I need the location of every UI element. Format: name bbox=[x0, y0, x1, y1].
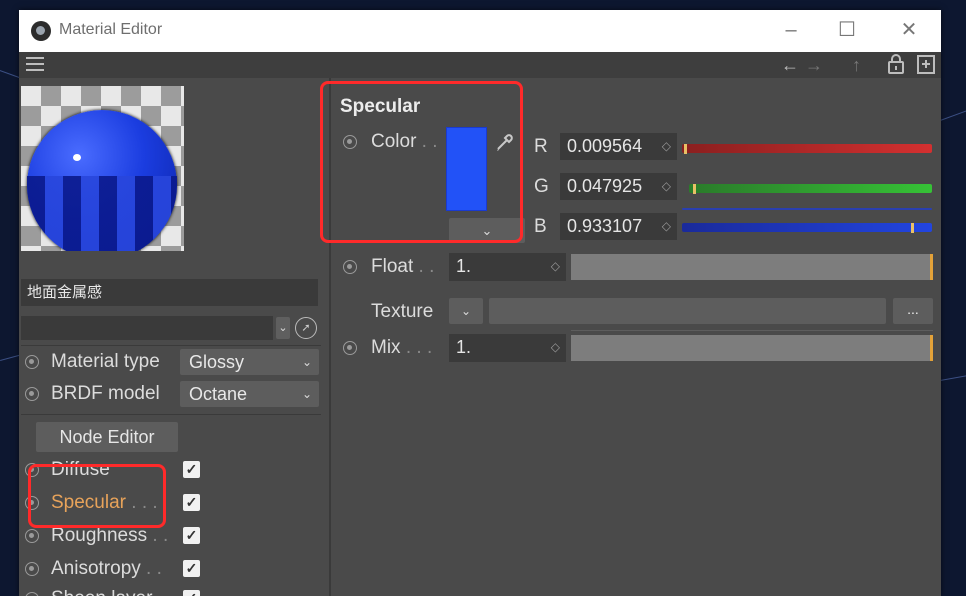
anisotropy-checkbox[interactable]: ✓ bbox=[183, 560, 200, 577]
mix-label: Mix . . . bbox=[371, 337, 433, 358]
anisotropy-radio-icon[interactable] bbox=[25, 562, 39, 576]
diffuse-checkbox[interactable]: ✓ bbox=[183, 461, 200, 478]
node-editor-button[interactable]: Node Editor bbox=[36, 422, 178, 452]
title-bar: Material Editor – ☐ ✕ bbox=[19, 10, 941, 52]
chevron-down-icon: ⌄ bbox=[301, 355, 312, 369]
red-slider-knob[interactable] bbox=[684, 144, 687, 154]
roughness-radio-icon[interactable] bbox=[25, 529, 39, 543]
green-slider-knob[interactable] bbox=[693, 184, 696, 194]
window-title: Material Editor bbox=[59, 21, 163, 38]
separator bbox=[21, 414, 321, 415]
chevron-down-icon: ⌄ bbox=[301, 387, 312, 401]
mix-value-field[interactable]: 1. ◇ bbox=[449, 334, 566, 362]
texture-type-dropdown[interactable]: ⌄ bbox=[449, 298, 483, 324]
mix-slider[interactable] bbox=[571, 335, 933, 361]
layer-field[interactable] bbox=[21, 316, 273, 340]
navigate-icon[interactable]: ➚ bbox=[295, 317, 317, 339]
mix-value: 1. bbox=[456, 337, 472, 357]
preview-sphere-reflection bbox=[27, 176, 177, 251]
hamburger-icon[interactable] bbox=[26, 57, 44, 71]
blue-channel-label: B bbox=[534, 216, 547, 237]
toolbar: ← → ↑ bbox=[19, 52, 941, 78]
separator bbox=[571, 330, 933, 331]
sheen-layer-checkbox[interactable]: ✓ bbox=[183, 590, 200, 596]
brdf-model-select[interactable]: Octane ⌄ bbox=[180, 381, 319, 407]
up-arrow-icon[interactable]: ↑ bbox=[852, 54, 861, 76]
spinner-icon[interactable]: ◇ bbox=[662, 213, 671, 240]
float-label: Float . . bbox=[371, 256, 435, 277]
texture-browse-button[interactable]: ... bbox=[893, 298, 933, 324]
cinema4d-logo-icon bbox=[31, 21, 51, 41]
background-line bbox=[940, 374, 966, 381]
float-value: 1. bbox=[456, 256, 472, 276]
green-value-field[interactable]: 0.047925 ◇ bbox=[560, 173, 677, 200]
float-value-field[interactable]: 1. ◇ bbox=[449, 253, 566, 281]
channel-anisotropy-label[interactable]: Anisotropy . . bbox=[51, 557, 162, 581]
float-slider[interactable] bbox=[571, 254, 933, 280]
roughness-checkbox[interactable]: ✓ bbox=[183, 527, 200, 544]
blue-value: 0.933107 bbox=[567, 216, 643, 236]
separator bbox=[21, 345, 321, 346]
spinner-icon[interactable]: ◇ bbox=[662, 133, 671, 160]
minimize-button[interactable]: – bbox=[771, 16, 811, 44]
material-type-radio-icon[interactable] bbox=[25, 355, 39, 369]
spinner-icon[interactable]: ◇ bbox=[551, 253, 560, 280]
blue-slider-knob[interactable] bbox=[911, 223, 914, 233]
material-preview[interactable] bbox=[21, 86, 184, 251]
brdf-model-label: BRDF model bbox=[51, 383, 160, 404]
float-radio-icon[interactable] bbox=[343, 260, 357, 274]
brdf-model-value: Octane bbox=[189, 384, 248, 404]
sheen-layer-radio-icon[interactable] bbox=[25, 592, 39, 596]
material-type-label: Material type bbox=[51, 351, 160, 372]
preview-highlight bbox=[73, 154, 81, 161]
texture-field[interactable] bbox=[489, 298, 886, 324]
forward-arrow-icon[interactable]: → bbox=[805, 54, 823, 76]
blue-slider[interactable] bbox=[682, 223, 932, 232]
red-value-field[interactable]: 0.009564 ◇ bbox=[560, 133, 677, 160]
spinner-icon[interactable]: ◇ bbox=[662, 173, 671, 200]
annotation-highlight-box bbox=[320, 81, 523, 243]
close-button[interactable]: ✕ bbox=[889, 16, 929, 44]
specular-checkbox[interactable]: ✓ bbox=[183, 494, 200, 511]
layer-dropdown[interactable]: ⌄ bbox=[276, 317, 290, 339]
material-type-value: Glossy bbox=[189, 352, 245, 372]
channel-sheen-layer-label[interactable]: Sheen layer bbox=[51, 587, 152, 596]
blue-slider-track bbox=[682, 208, 932, 210]
brdf-model-radio-icon[interactable] bbox=[25, 387, 39, 401]
background-line bbox=[940, 109, 966, 121]
back-arrow-icon[interactable]: ← bbox=[781, 54, 799, 76]
spinner-icon[interactable]: ◇ bbox=[551, 334, 560, 361]
green-slider[interactable] bbox=[689, 184, 932, 193]
blue-value-field[interactable]: 0.933107 ◇ bbox=[560, 213, 677, 240]
new-window-icon[interactable] bbox=[917, 54, 935, 79]
green-value: 0.047925 bbox=[567, 176, 643, 196]
red-slider[interactable] bbox=[682, 144, 932, 153]
red-channel-label: R bbox=[534, 136, 548, 157]
mix-radio-icon[interactable] bbox=[343, 341, 357, 355]
texture-label: Texture bbox=[371, 301, 434, 322]
material-editor-window: Material Editor – ☐ ✕ ← → ↑ 地面金属感 ⌄ ➚ Ma… bbox=[19, 10, 941, 596]
annotation-highlight-box bbox=[28, 464, 166, 528]
maximize-button[interactable]: ☐ bbox=[827, 16, 867, 44]
material-name-field[interactable]: 地面金属感 bbox=[21, 279, 318, 306]
green-channel-label: G bbox=[534, 176, 549, 197]
red-value: 0.009564 bbox=[567, 136, 643, 156]
lock-icon[interactable] bbox=[887, 54, 905, 79]
material-type-select[interactable]: Glossy ⌄ bbox=[180, 349, 319, 375]
